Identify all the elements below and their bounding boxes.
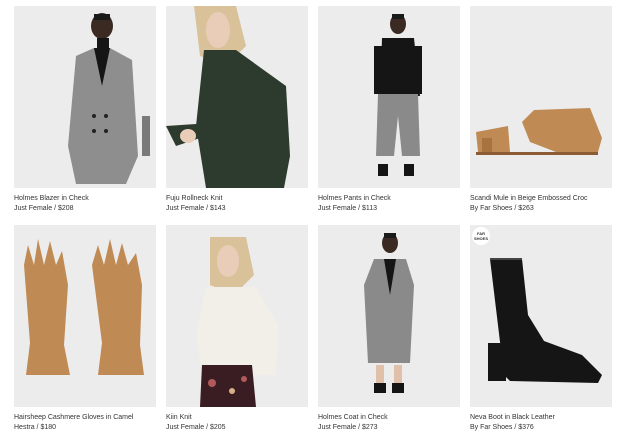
product-name[interactable]: Hairsheep Cashmere Gloves in Camel (14, 413, 156, 423)
product-brand-price: By Far Shoes / $263 (470, 205, 534, 212)
product-name[interactable]: Holmes Blazer in Check (14, 194, 156, 204)
product-image[interactable] (318, 6, 460, 188)
product-card[interactable]: Scandi Mule in Beige Embossed Croc By Fa… (470, 6, 612, 214)
product-name[interactable]: Fuju Rollneck Knit (166, 194, 308, 204)
product-card[interactable]: Holmes Blazer in Check Just Female / $20… (14, 6, 156, 214)
product-card[interactable]: Fuju Rollneck Knit Just Female / $143 (166, 6, 308, 214)
product-card[interactable]: Hairsheep Cashmere Gloves in Camel Hestr… (14, 225, 156, 433)
product-image[interactable] (166, 6, 308, 188)
brand-badge: FAR SHOES (472, 227, 490, 245)
product-image[interactable] (14, 225, 156, 407)
product-card[interactable]: Holmes Pants in Check Just Female / $113 (318, 6, 460, 214)
product-brand-price: Just Female / $143 (166, 205, 226, 212)
product-image[interactable] (14, 6, 156, 188)
product-image[interactable] (470, 6, 612, 188)
product-brand-price: Hestra / $180 (14, 424, 57, 431)
product-card[interactable]: Holmes Coat in Check Just Female / $273 (318, 225, 460, 433)
product-grid: Holmes Blazer in Check Just Female / $20… (0, 0, 624, 437)
product-brand-price: Just Female / $205 (166, 424, 226, 431)
product-name[interactable]: Holmes Pants in Check (318, 194, 460, 204)
product-image[interactable] (318, 225, 460, 407)
product-brand-price: Just Female / $273 (318, 424, 378, 431)
product-name[interactable]: Kiin Knit (166, 413, 308, 423)
product-image[interactable]: FAR SHOES (470, 225, 612, 407)
product-image[interactable] (166, 225, 308, 407)
product-name[interactable]: Holmes Coat in Check (318, 413, 460, 423)
product-card[interactable]: FAR SHOES Neva Boot in Black Leather By … (470, 225, 612, 433)
product-name[interactable]: Neva Boot in Black Leather (470, 413, 612, 423)
product-brand-price: Just Female / $113 (318, 205, 378, 212)
product-name[interactable]: Scandi Mule in Beige Embossed Croc (470, 194, 612, 204)
product-brand-price: By Far Shoes / $376 (470, 424, 534, 431)
product-card[interactable]: Kiin Knit Just Female / $205 (166, 225, 308, 433)
product-brand-price: Just Female / $208 (14, 205, 74, 212)
